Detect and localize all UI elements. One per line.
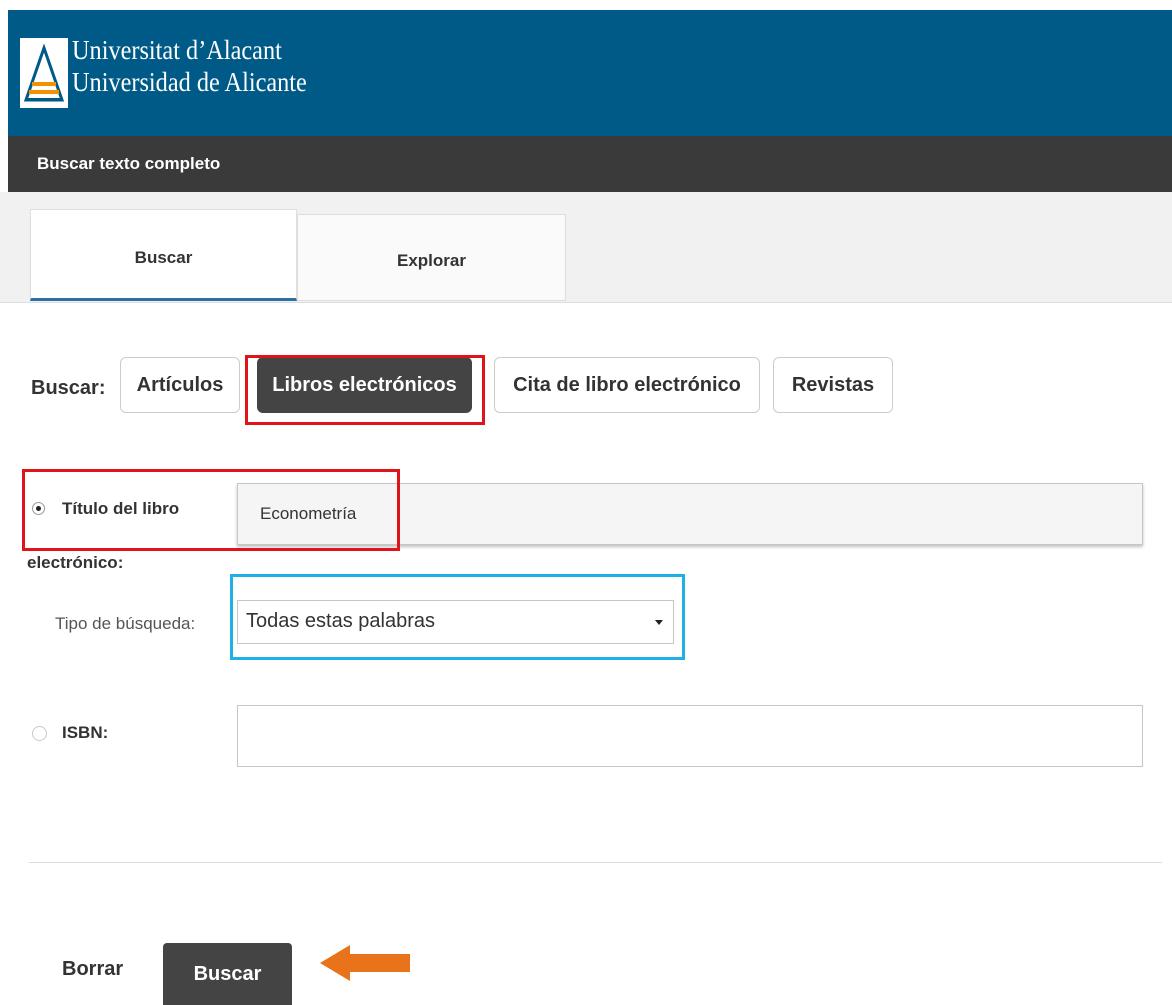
tab-explorar[interactable]: Explorar (297, 214, 566, 301)
isbn-label: ISBN: (62, 723, 109, 742)
form-divider (29, 862, 1162, 863)
university-name: Universitat d’Alacant Universidad de Ali… (72, 34, 307, 98)
university-header: Universitat d’Alacant Universidad de Ali… (8, 10, 1172, 136)
university-name-line1: Universitat d’Alacant (72, 35, 282, 65)
search-mode-select[interactable]: Todas estas palabras (237, 600, 674, 644)
search-type-label: Buscar: (31, 377, 106, 399)
clear-link[interactable]: Borrar (62, 958, 123, 981)
section-bar: Buscar texto completo (8, 136, 1172, 192)
libros-electronicos-button[interactable]: Libros electrónicos (257, 357, 472, 413)
articulos-button[interactable]: Artículos (120, 357, 240, 413)
university-logo-icon (20, 38, 68, 108)
isbn-input[interactable] (237, 705, 1143, 767)
arrow-left-icon (320, 945, 410, 981)
search-mode-value: Todas estas palabras (246, 610, 436, 632)
section-title: Buscar texto completo (37, 154, 221, 173)
search-mode-label: Tipo de búsqueda: (55, 614, 196, 633)
university-name-line2: Universidad de Alicante (72, 67, 307, 97)
revistas-button[interactable]: Revistas (773, 357, 893, 413)
tab-buscar[interactable]: Buscar (30, 209, 297, 301)
cita-libro-electronico-button[interactable]: Cita de libro electrónico (494, 357, 760, 413)
search-type-selector: Buscar: Artículos Libros electrónicos Ci… (31, 357, 931, 421)
title-field-label: Título del libro electrónico: (24, 498, 224, 574)
tabs-bar: Buscar Explorar (0, 192, 1172, 303)
caret-down-icon (655, 620, 663, 625)
title-label-line1: Título del libro (62, 499, 180, 518)
title-label-line2: electrónico: (27, 553, 124, 572)
isbn-radio[interactable] (32, 726, 47, 741)
search-submit-button[interactable]: Buscar (163, 943, 292, 1005)
title-input[interactable] (237, 483, 1143, 545)
